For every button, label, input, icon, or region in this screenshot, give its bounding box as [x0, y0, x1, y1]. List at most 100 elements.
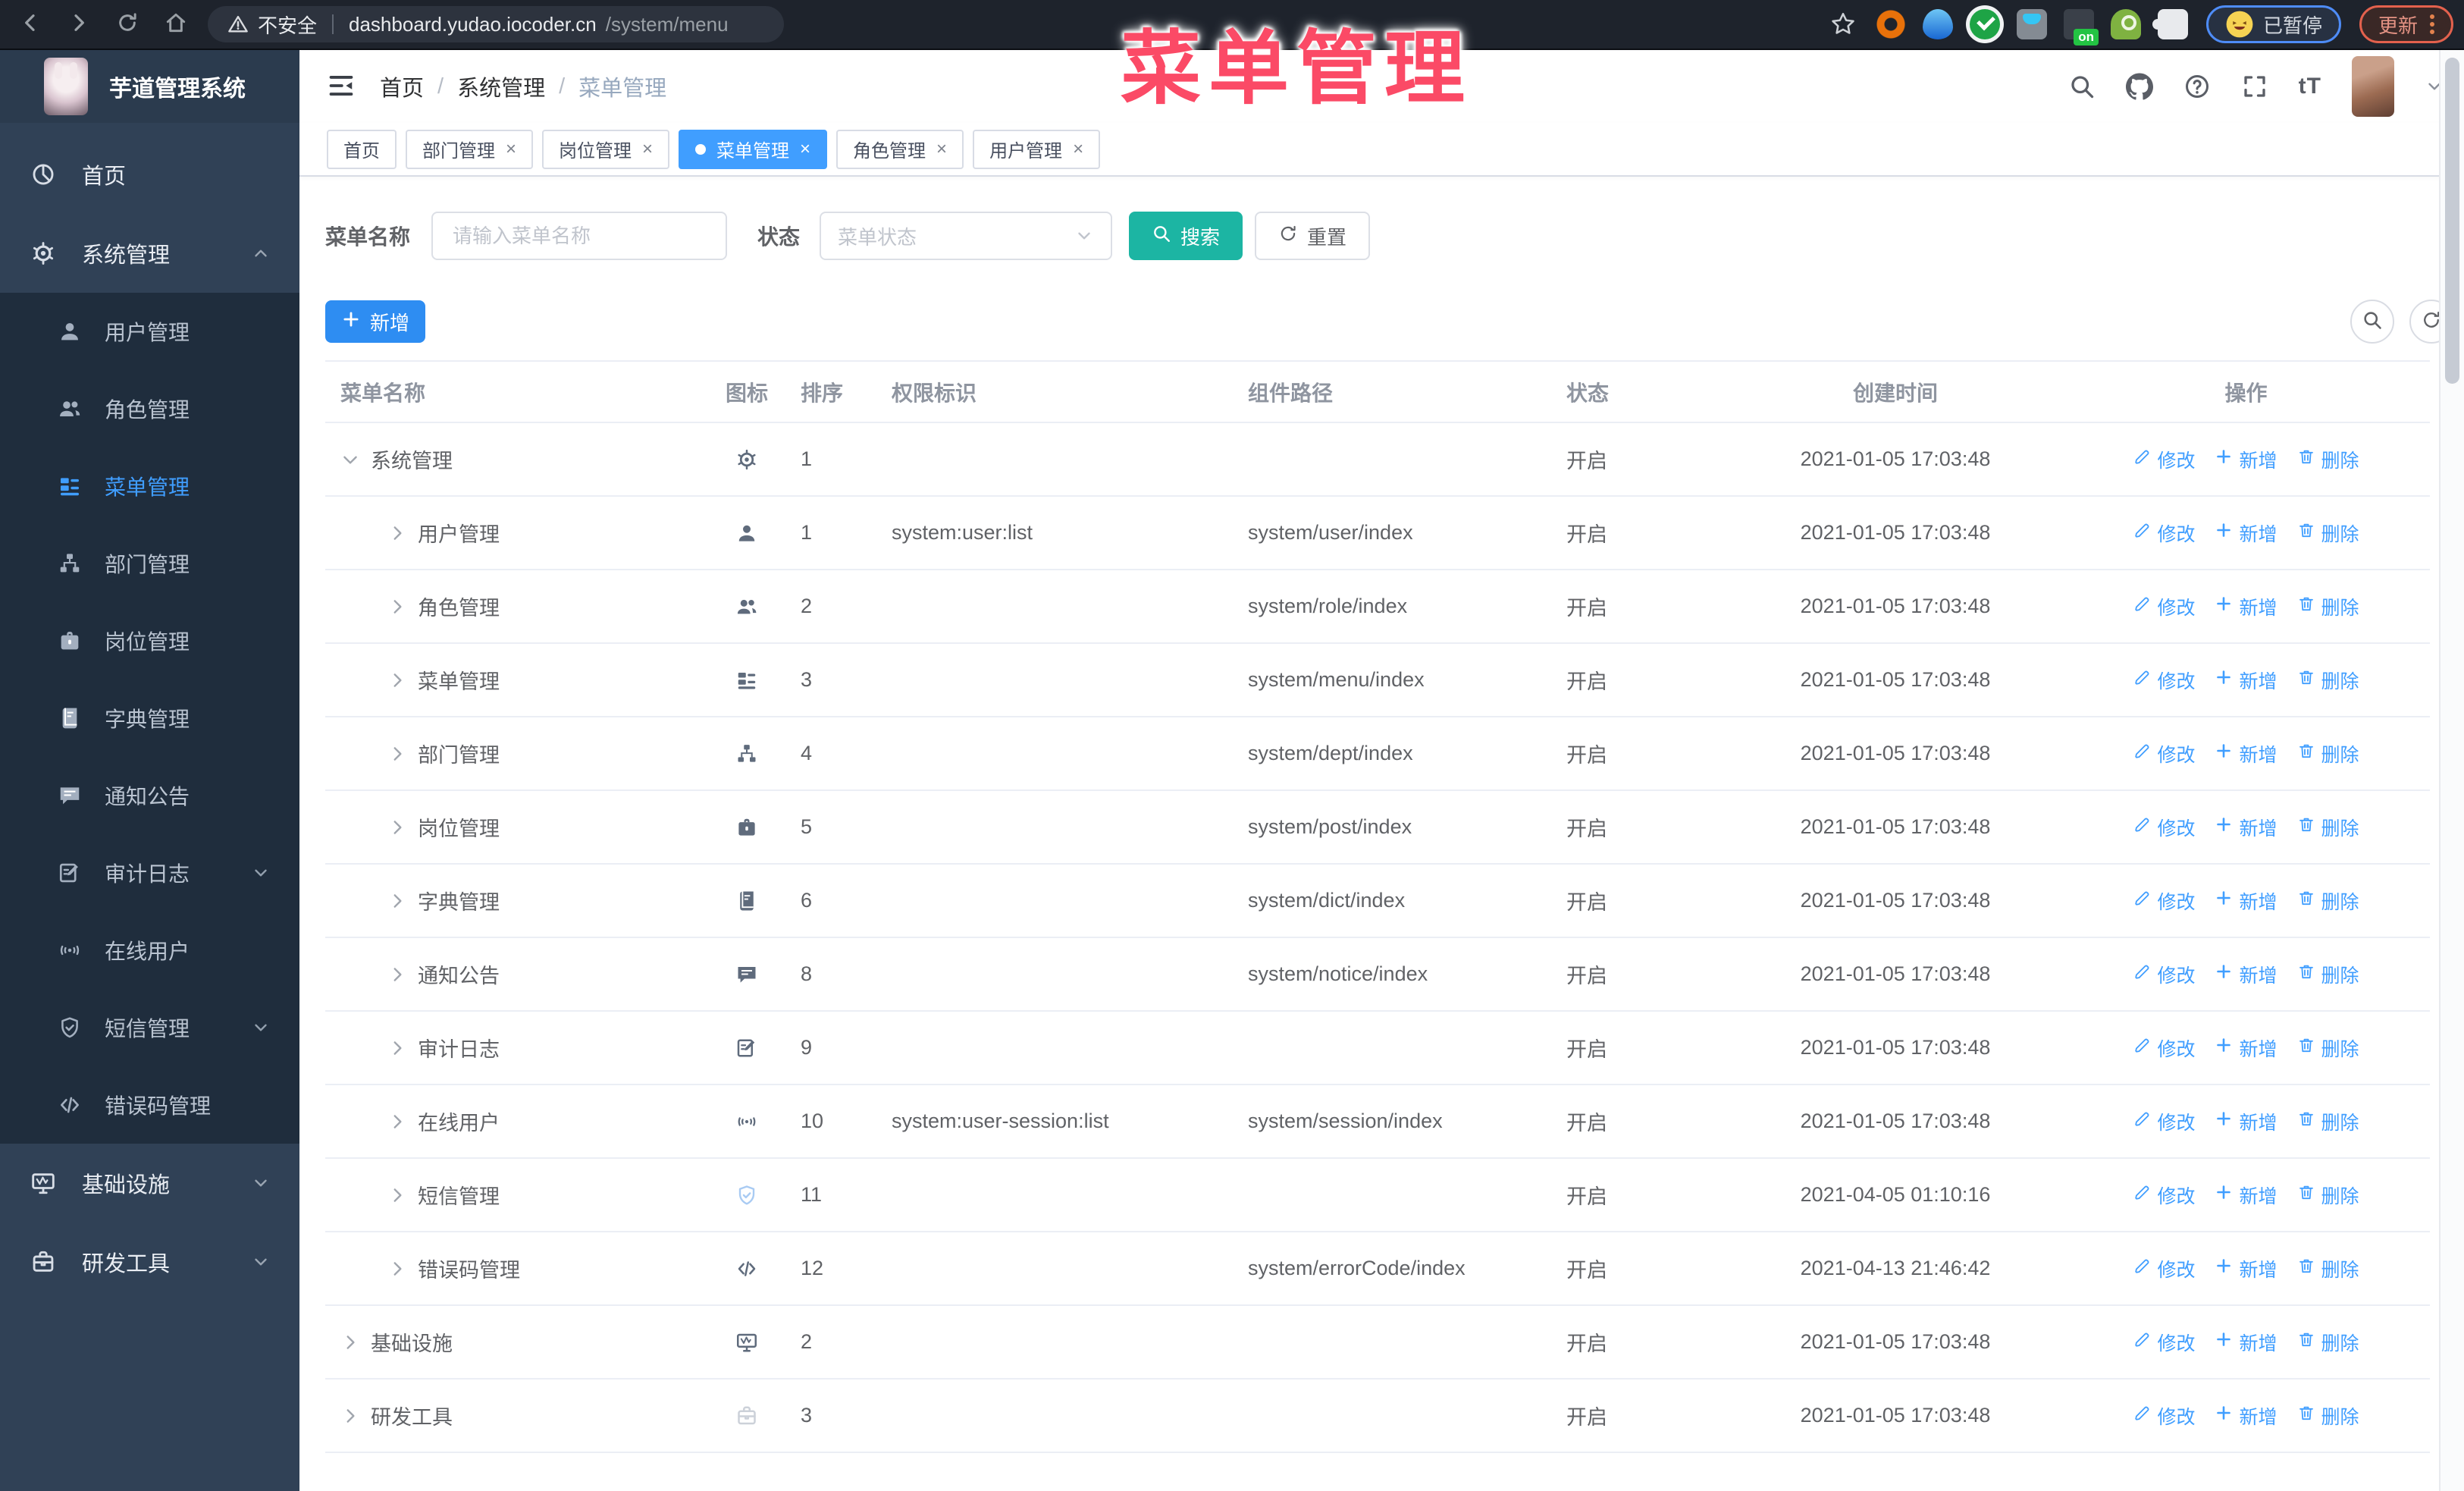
expand-row-icon[interactable] — [387, 523, 407, 543]
delete-link[interactable]: 删除 — [2297, 446, 2359, 473]
search-icon[interactable] — [2068, 73, 2096, 100]
search-button[interactable]: 搜索 — [1129, 212, 1243, 260]
add-link[interactable]: 新增 — [2215, 1329, 2277, 1356]
add-link[interactable]: 新增 — [2215, 740, 2277, 767]
scrollbar-thumb[interactable] — [2445, 58, 2459, 384]
expand-row-icon[interactable] — [387, 965, 407, 984]
add-link[interactable]: 新增 — [2215, 593, 2277, 620]
delete-link[interactable]: 删除 — [2297, 1329, 2359, 1356]
browser-menu-icon[interactable] — [2430, 14, 2434, 34]
sidebar-item-错误码管理[interactable]: 错误码管理 — [0, 1066, 299, 1144]
add-link[interactable]: 新增 — [2215, 814, 2277, 841]
sidebar-item-通知公告[interactable]: 通知公告 — [0, 757, 299, 834]
user-avatar[interactable] — [2352, 56, 2394, 117]
menu-name-input[interactable] — [431, 212, 728, 260]
delete-link[interactable]: 删除 — [2297, 961, 2359, 988]
home-icon[interactable] — [159, 8, 193, 41]
delete-link[interactable]: 删除 — [2297, 740, 2359, 767]
sidebar-item-部门管理[interactable]: 部门管理 — [0, 525, 299, 602]
extension-ext-ring-icon[interactable] — [1875, 9, 1906, 39]
delete-link[interactable]: 删除 — [2297, 887, 2359, 915]
expand-row-icon[interactable] — [387, 1112, 407, 1132]
sidebar-item-基础设施[interactable]: 基础设施 — [0, 1144, 299, 1223]
profile-paused-badge[interactable]: 已暂停 — [2205, 5, 2341, 43]
sidebar-item-审计日志[interactable]: 审计日志 — [0, 834, 299, 912]
edit-link[interactable]: 修改 — [2133, 667, 2195, 694]
sidebar-item-用户管理[interactable]: 用户管理 — [0, 293, 299, 370]
status-select[interactable]: 菜单状态 — [820, 212, 1113, 260]
expand-row-icon[interactable] — [387, 1259, 407, 1279]
add-link[interactable]: 新增 — [2215, 519, 2277, 547]
forward-icon[interactable] — [62, 8, 96, 41]
expand-row-icon[interactable] — [387, 597, 407, 617]
app-logo-row[interactable]: 芋道管理系统 — [0, 50, 299, 123]
delete-link[interactable]: 删除 — [2297, 519, 2359, 547]
extension-ext-drop-icon[interactable] — [1922, 9, 1953, 39]
fullscreen-icon[interactable] — [2241, 73, 2268, 100]
delete-link[interactable]: 删除 — [2297, 593, 2359, 620]
extension-ext-puzzle-icon[interactable] — [2152, 9, 2188, 39]
sidebar-item-岗位管理[interactable]: 岗位管理 — [0, 602, 299, 680]
add-link[interactable]: 新增 — [2215, 1255, 2277, 1282]
edit-link[interactable]: 修改 — [2133, 446, 2195, 473]
tab-岗位管理[interactable]: 岗位管理 × — [542, 129, 670, 169]
edit-link[interactable]: 修改 — [2133, 1329, 2195, 1356]
extension-ext-grid-icon[interactable] — [2016, 9, 2047, 39]
add-link[interactable]: 新增 — [2215, 1402, 2277, 1430]
delete-link[interactable]: 删除 — [2297, 1182, 2359, 1209]
address-bar[interactable]: 不安全 dashboard.yudao.iocoder.cn/system/me… — [208, 6, 784, 42]
delete-link[interactable]: 删除 — [2297, 667, 2359, 694]
expand-row-icon[interactable] — [387, 891, 407, 911]
close-icon[interactable]: × — [642, 140, 653, 159]
expand-collapse-icon[interactable] — [340, 450, 360, 469]
sidebar-item-字典管理[interactable]: 字典管理 — [0, 680, 299, 757]
sidebar-item-菜单管理[interactable]: 菜单管理 — [0, 447, 299, 525]
edit-link[interactable]: 修改 — [2133, 1255, 2195, 1282]
edit-link[interactable]: 修改 — [2133, 593, 2195, 620]
sidebar-item-首页[interactable]: 首页 — [0, 135, 299, 214]
tab-角色管理[interactable]: 角色管理 × — [836, 129, 964, 169]
close-icon[interactable]: × — [506, 140, 516, 159]
close-icon[interactable]: × — [936, 140, 947, 159]
browser-update-button[interactable]: 更新 — [2359, 5, 2453, 43]
font-size-icon[interactable]: tT — [2299, 74, 2321, 99]
reload-icon[interactable] — [111, 8, 144, 41]
add-link[interactable]: 新增 — [2215, 667, 2277, 694]
back-icon[interactable] — [14, 8, 47, 41]
github-icon[interactable] — [2125, 73, 2153, 100]
edit-link[interactable]: 修改 — [2133, 814, 2195, 841]
extension-ext-key-icon[interactable] — [2110, 9, 2141, 39]
edit-link[interactable]: 修改 — [2133, 740, 2195, 767]
sidebar-item-系统管理[interactable]: 系统管理 — [0, 214, 299, 293]
delete-link[interactable]: 删除 — [2297, 814, 2359, 841]
expand-row-icon[interactable] — [387, 1038, 407, 1058]
add-link[interactable]: 新增 — [2215, 446, 2277, 473]
add-link[interactable]: 新增 — [2215, 1108, 2277, 1135]
edit-link[interactable]: 修改 — [2133, 1108, 2195, 1135]
edit-link[interactable]: 修改 — [2133, 1402, 2195, 1430]
edit-link[interactable]: 修改 — [2133, 1034, 2195, 1062]
delete-link[interactable]: 删除 — [2297, 1255, 2359, 1282]
tab-首页[interactable]: 首页 — [327, 129, 397, 169]
bookmark-star-icon[interactable] — [1830, 11, 1857, 38]
edit-link[interactable]: 修改 — [2133, 1182, 2195, 1209]
close-icon[interactable]: × — [800, 140, 810, 159]
sidebar-collapse-icon[interactable] — [327, 71, 357, 102]
breadcrumb-item[interactable]: 系统管理 — [457, 71, 545, 102]
expand-row-icon[interactable] — [387, 670, 407, 690]
add-link[interactable]: 新增 — [2215, 1182, 2277, 1209]
edit-link[interactable]: 修改 — [2133, 887, 2195, 915]
tab-菜单管理[interactable]: 菜单管理 × — [679, 129, 828, 169]
sidebar-item-研发工具[interactable]: 研发工具 — [0, 1223, 299, 1301]
sidebar-item-角色管理[interactable]: 角色管理 — [0, 370, 299, 447]
expand-row-icon[interactable] — [387, 744, 407, 764]
add-button[interactable]: 新增 — [325, 300, 425, 343]
help-icon[interactable] — [2183, 73, 2211, 100]
reset-button[interactable]: 重置 — [1255, 212, 1371, 260]
extension-ext-on-icon[interactable] — [2063, 9, 2099, 46]
breadcrumb-item[interactable]: 首页 — [380, 71, 424, 102]
add-link[interactable]: 新增 — [2215, 1034, 2277, 1062]
delete-link[interactable]: 删除 — [2297, 1034, 2359, 1062]
edit-link[interactable]: 修改 — [2133, 519, 2195, 547]
sidebar-item-短信管理[interactable]: 短信管理 — [0, 989, 299, 1066]
